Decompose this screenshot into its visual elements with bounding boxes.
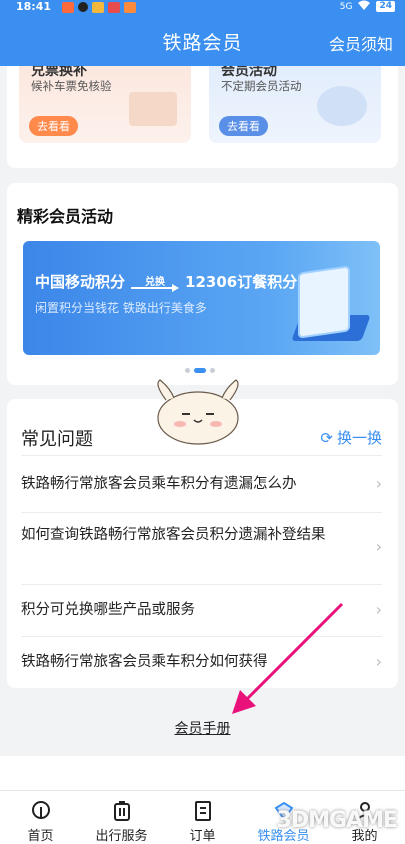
promo-go-button[interactable]: 去看看 <box>29 116 78 136</box>
tab-home[interactable]: 首页 <box>0 791 81 844</box>
section-heading: 精彩会员活动 <box>17 207 114 226</box>
battery-icon: 24 <box>376 1 395 12</box>
chevron-right-icon: › <box>375 600 382 619</box>
notification-icons <box>62 2 136 13</box>
promo-subtitle: 候补车票免核验 <box>31 79 112 93</box>
refresh-button[interactable]: ⟳ 换一换 <box>320 427 382 448</box>
refresh-icon: ⟳ <box>320 428 333 447</box>
chevron-right-icon: › <box>375 652 382 671</box>
tab-label: 出行服务 <box>95 829 148 844</box>
order-icon <box>194 801 211 821</box>
banner-arrow-label: 兑换 <box>145 276 166 288</box>
banner-slogan: 闲置积分当钱花 铁路出行美食多 <box>35 301 207 315</box>
wifi-icon <box>358 0 371 13</box>
chevron-right-icon: › <box>375 474 382 493</box>
watermark: 3DMGAME <box>276 808 398 833</box>
banner-to: 12306订餐积分 <box>185 273 298 291</box>
banner-headline: 中国移动积分 兑换 12306订餐积分 <box>35 271 297 292</box>
faq-question: 铁路畅行常旅客会员乘车积分有遗漏怎么办 <box>21 476 297 492</box>
tab-travel-services[interactable]: 出行服务 <box>81 791 162 844</box>
member-manual-link[interactable]: 会员手册 <box>0 718 405 738</box>
promo-subtitle: 不定期会员活动 <box>221 79 302 93</box>
faq-item[interactable]: 铁路畅行常旅客会员乘车积分如何获得 › <box>21 636 382 688</box>
globe-illustration <box>317 86 367 126</box>
page-footer-space <box>0 756 405 790</box>
mascot-sticker <box>157 379 239 445</box>
faq-item[interactable]: 如何查询铁路畅行常旅客会员积分遗漏补登结果 › <box>21 512 382 584</box>
signal-icon: 5G <box>339 1 353 12</box>
status-right: 5G 24 <box>340 0 395 13</box>
top-bar: 18:41 5G 24 铁路会员 会员须知 <box>0 0 405 66</box>
status-bar: 18:41 5G 24 <box>0 0 405 16</box>
section-heading: 常见问题 <box>21 429 93 450</box>
suitcase-icon <box>113 801 130 821</box>
faq-item[interactable]: 铁路畅行常旅客会员乘车积分有遗漏怎么办 › <box>21 455 382 512</box>
banner-card-illustration <box>298 265 350 339</box>
tab-orders[interactable]: 订单 <box>162 791 243 844</box>
promo-card: 兑票换补 候补车票免核验 去看看 会员活动 不定期会员活动 去看看 <box>7 66 398 168</box>
promo-go-button[interactable]: 去看看 <box>219 116 268 136</box>
faq-question: 积分可兑换哪些产品或服务 <box>21 602 195 618</box>
banner-from: 中国移动积分 <box>35 273 126 291</box>
home-icon <box>31 801 50 819</box>
ticket-illustration <box>129 92 177 126</box>
activity-banner[interactable]: 中国移动积分 兑换 12306订餐积分 闲置积分当钱花 铁路出行美食多 <box>23 241 380 355</box>
status-time: 18:41 <box>16 0 52 13</box>
tab-label: 订单 <box>189 829 216 844</box>
faq-question: 如何查询铁路畅行常旅客会员积分遗漏补登结果 <box>21 527 326 543</box>
chevron-right-icon: › <box>375 537 382 556</box>
faq-question: 铁路畅行常旅客会员乘车积分如何获得 <box>21 654 268 670</box>
exchange-arrow-icon: 兑换 <box>131 273 180 292</box>
tab-label: 首页 <box>27 829 54 844</box>
refresh-label: 换一换 <box>336 429 382 447</box>
member-notice-link[interactable]: 会员须知 <box>329 31 393 55</box>
carousel-dots[interactable] <box>185 368 215 373</box>
faq-item[interactable]: 积分可兑换哪些产品或服务 › <box>21 584 382 636</box>
promo-activities[interactable]: 会员活动 不定期会员活动 去看看 <box>209 66 381 143</box>
promo-waitlist[interactable]: 兑票换补 候补车票免核验 去看看 <box>19 66 191 143</box>
member-activities-card: 精彩会员活动 中国移动积分 兑换 12306订餐积分 闲置积分当钱花 铁路出行美… <box>7 183 398 385</box>
